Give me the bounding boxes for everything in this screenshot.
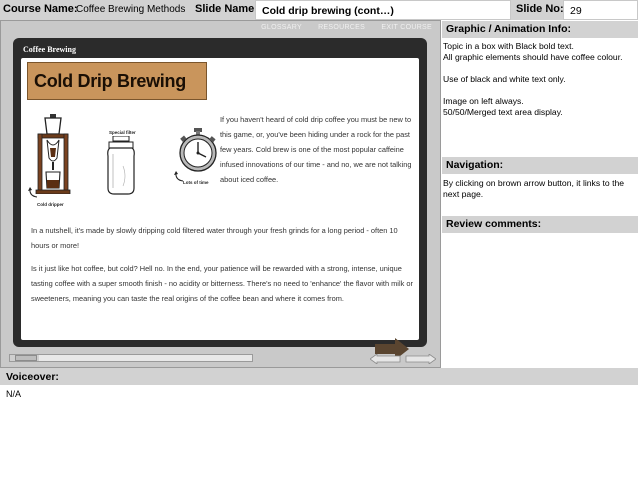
slide-content: Cold Drip Brewing Cold dripper Special f… bbox=[21, 58, 419, 360]
nav-exit-course[interactable]: EXIT COURSE bbox=[381, 24, 432, 31]
nav-resources[interactable]: RESOURCES bbox=[318, 24, 365, 31]
navigation-body: By clicking on brown arrow button, it li… bbox=[443, 178, 625, 199]
slide-no-box: 29 bbox=[563, 0, 638, 20]
graphic-line: All graphic elements should have coffee … bbox=[443, 52, 623, 62]
cold-dripper-icon bbox=[35, 114, 71, 194]
next-arrow-icon[interactable] bbox=[405, 354, 436, 364]
voiceover-heading: Voiceover: bbox=[0, 368, 638, 385]
graphic-info-body: Topic in a box with Black bold text. All… bbox=[443, 41, 635, 118]
slide-screen: Coffee Brewing Cold Drip Brewing Cold dr… bbox=[13, 38, 427, 360]
player-nav: GLOSSARY RESOURCES EXIT COURSE bbox=[247, 24, 432, 31]
slide-heading: Cold Drip Brewing bbox=[34, 71, 186, 91]
course-name-label: Course Name: bbox=[3, 3, 78, 15]
graphic-info-heading: Graphic / Animation Info: bbox=[442, 21, 638, 38]
progress-knob[interactable] bbox=[15, 355, 37, 361]
course-player: GLOSSARY RESOURCES EXIT COURSE Coffee Br… bbox=[0, 20, 441, 368]
voiceover-text: N/A bbox=[6, 389, 22, 399]
graphic-line: Topic in a box with Black bold text. bbox=[443, 41, 574, 51]
slide-name-label: Slide Name: bbox=[195, 3, 258, 15]
progress-bar bbox=[9, 354, 253, 362]
course-name: Coffee Brewing Methods bbox=[76, 4, 186, 15]
paragraph-nutshell: In a nutshell, it's made by slowly dripp… bbox=[31, 226, 398, 250]
nav-glossary[interactable]: GLOSSARY bbox=[261, 24, 302, 31]
slide-no: 29 bbox=[570, 5, 582, 17]
slide-name-box: Cold drip brewing (cont…) bbox=[255, 0, 511, 20]
screen-title: Coffee Brewing bbox=[23, 45, 76, 54]
slide-no-label: Slide No: bbox=[516, 3, 564, 15]
graphic-line: 50/50/Merged text area display. bbox=[443, 107, 563, 117]
caption-filter: Special filter bbox=[109, 130, 136, 135]
prev-arrow-icon[interactable] bbox=[370, 354, 401, 364]
graphic-line: Use of black and white text only. bbox=[443, 74, 566, 84]
caption-dripper: Cold dripper bbox=[37, 202, 64, 207]
filter-jar-icon bbox=[107, 136, 135, 195]
prev-next-arrows bbox=[370, 354, 436, 364]
slide-name: Cold drip brewing (cont…) bbox=[262, 5, 394, 17]
topic-box: Cold Drip Brewing bbox=[27, 62, 207, 100]
curved-arrow-icon bbox=[28, 187, 38, 198]
navigation-heading: Navigation: bbox=[442, 157, 638, 174]
brewing-illustration: Cold dripper Special filter Lots of time bbox=[27, 114, 219, 216]
caption-time: Lots of time bbox=[183, 180, 209, 185]
paragraph-taste: Is it just like hot coffee, but cold? He… bbox=[31, 264, 413, 303]
graphic-line: Image on left always. bbox=[443, 96, 524, 106]
review-comments-heading: Review comments: bbox=[442, 216, 638, 233]
stopwatch-icon bbox=[179, 128, 217, 172]
paragraph-intro: If you haven't heard of cold drip coffee… bbox=[220, 115, 412, 184]
slide-header: Course Name: Coffee Brewing Methods Slid… bbox=[0, 0, 638, 20]
